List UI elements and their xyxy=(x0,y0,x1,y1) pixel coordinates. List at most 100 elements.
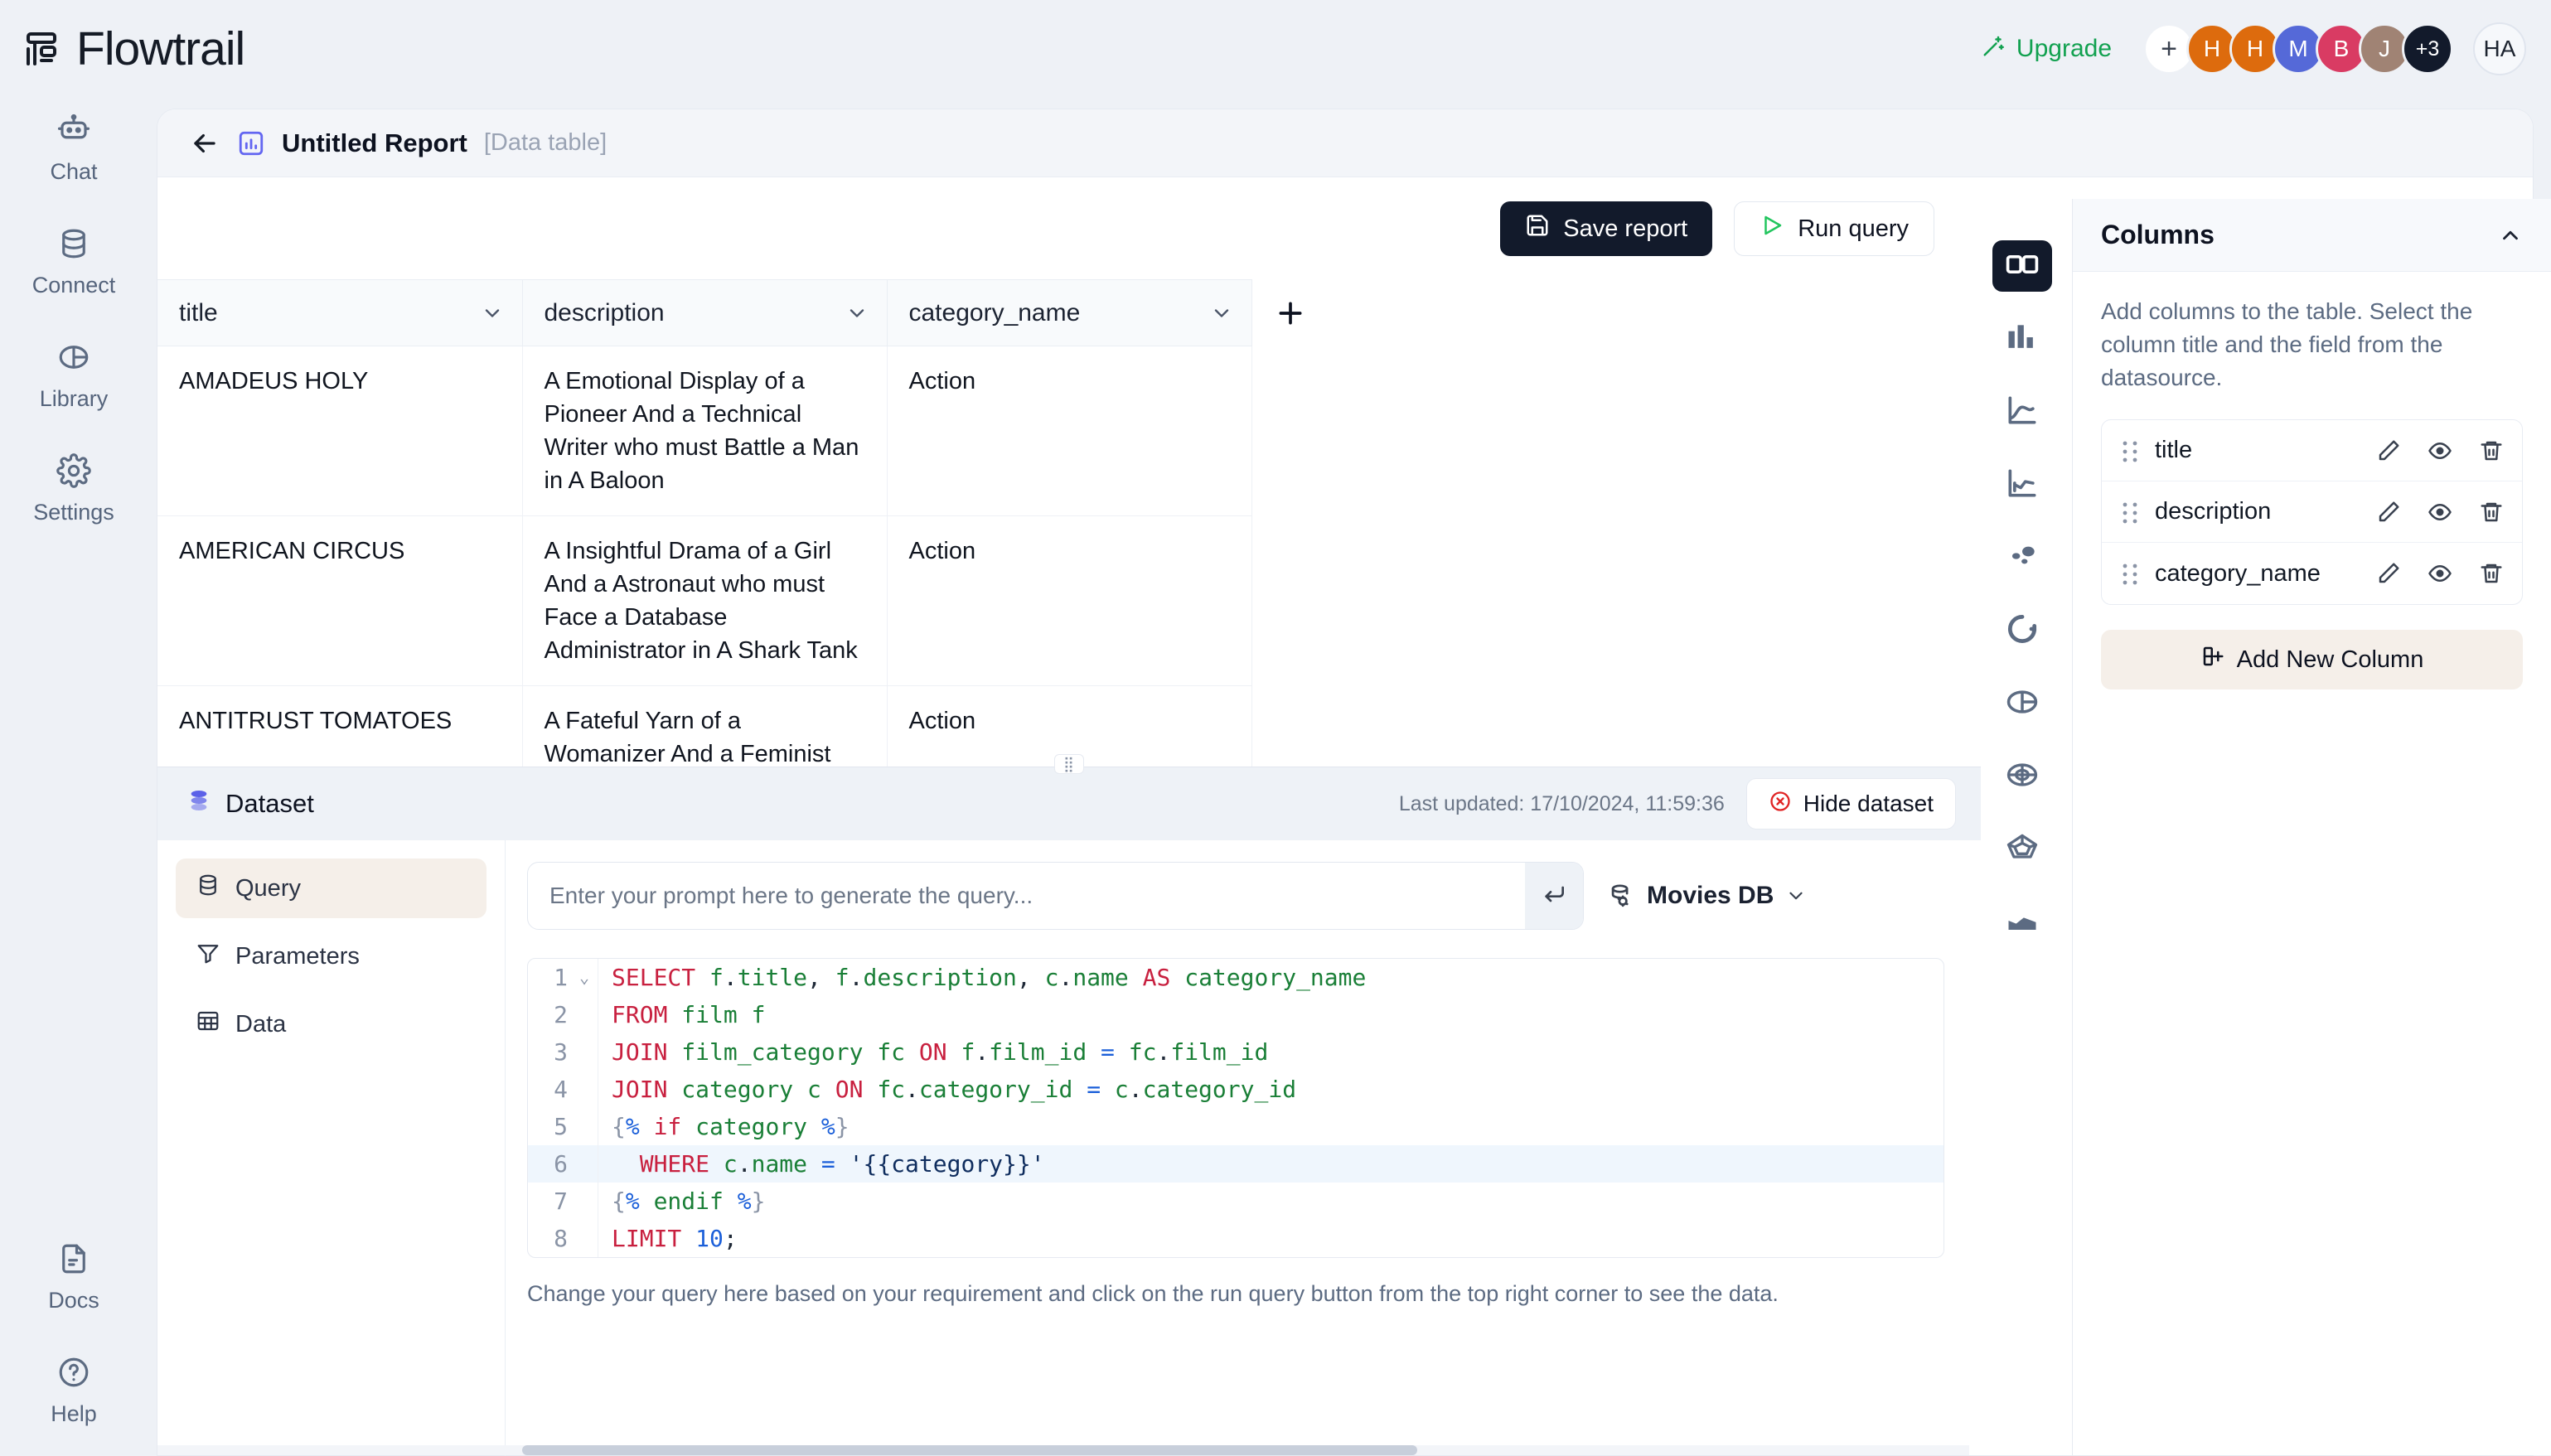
dataset-resize-handle[interactable]: ⣿ xyxy=(1055,755,1083,773)
chart-type-radar-chart[interactable] xyxy=(1992,824,2052,875)
run-query-label: Run query xyxy=(1798,215,1909,243)
tab-parameters[interactable]: Parameters xyxy=(176,926,486,986)
cell-description: A Insightful Drama of a Girl And a Astro… xyxy=(522,516,887,686)
sidebar-item-chat[interactable]: Chat xyxy=(0,98,148,193)
save-report-button[interactable]: Save report xyxy=(1500,201,1712,256)
tab-label: Query xyxy=(235,875,301,902)
column-name: description xyxy=(2155,498,2350,525)
magic-wand-icon xyxy=(1982,33,2006,65)
chevron-down-icon[interactable] xyxy=(1210,302,1233,325)
edit-icon[interactable] xyxy=(2376,561,2401,586)
back-arrow-icon[interactable] xyxy=(189,128,220,159)
dataset-header: ⣿ Dataset Last updated: 17/10/2024, 11:5… xyxy=(157,767,1981,840)
drag-handle-icon[interactable] xyxy=(2120,561,2140,586)
run-query-button[interactable]: Run query xyxy=(1734,201,1934,256)
line-number: 5 xyxy=(528,1108,579,1145)
trash-icon[interactable] xyxy=(2479,561,2504,586)
avatar-stack: + H H M B J +3 xyxy=(2143,23,2453,75)
column-name: title xyxy=(2155,437,2350,464)
table-header-row: title description category_name xyxy=(157,280,1969,346)
hide-dataset-label: Hide dataset xyxy=(1803,791,1934,817)
sql-editor[interactable]: 1⌄SELECT f.title, f.description, c.name … xyxy=(527,958,1944,1258)
chevron-down-icon[interactable] xyxy=(481,302,504,325)
upgrade-button[interactable]: Upgrade xyxy=(1982,33,2112,65)
sidebar-item-label: Chat xyxy=(50,159,97,185)
list-item[interactable]: title xyxy=(2102,420,2522,481)
sidebar-item-library[interactable]: Library xyxy=(0,325,148,420)
chart-type-radial-chart[interactable] xyxy=(1992,751,2052,802)
chart-type-line-chart[interactable] xyxy=(1992,386,2052,438)
eye-icon[interactable] xyxy=(2428,438,2452,463)
cell-title: AMERICAN CIRCUS xyxy=(157,516,522,686)
chevron-up-icon[interactable] xyxy=(2498,223,2523,248)
prompt-input[interactable] xyxy=(528,863,1525,929)
grid-icon xyxy=(196,1009,220,1040)
code-line: 3JOIN film_category fc ON f.film_id = fc… xyxy=(528,1033,1944,1071)
area-chart-icon xyxy=(2004,902,2040,943)
chart-type-area-line-chart[interactable] xyxy=(1992,459,2052,510)
chevron-down-icon[interactable] xyxy=(845,302,869,325)
report-toolbar: Save report Run query xyxy=(157,178,1969,279)
table-row[interactable]: AMERICAN CIRCUS A Insightful Drama of a … xyxy=(157,516,1969,686)
list-item[interactable]: category_name xyxy=(2102,543,2522,604)
edit-icon[interactable] xyxy=(2376,500,2401,525)
tab-data[interactable]: Data xyxy=(176,994,486,1054)
report-header: Untitled Report [Data table] xyxy=(157,109,2533,177)
sidebar-item-label: Help xyxy=(51,1401,97,1427)
table-area: Save report Run query title descrip xyxy=(157,178,1969,758)
trash-icon[interactable] xyxy=(2479,500,2504,525)
trash-icon[interactable] xyxy=(2479,438,2504,463)
chart-type-bar-chart[interactable] xyxy=(1992,313,2052,365)
save-report-label: Save report xyxy=(1563,215,1687,243)
dataset-main: Movies DB 1⌄SELECT f.title, f.descriptio… xyxy=(506,840,1981,1456)
horizontal-scrollbar[interactable] xyxy=(157,1445,1969,1455)
eye-icon[interactable] xyxy=(2428,500,2452,525)
add-new-column-button[interactable]: Add New Column xyxy=(2101,630,2523,689)
chart-type-donut-chart[interactable] xyxy=(1992,605,2052,656)
sidebar-item-settings[interactable]: Settings xyxy=(0,438,148,534)
current-user-avatar[interactable]: HA xyxy=(2473,22,2526,75)
funnel-icon xyxy=(196,941,220,972)
column-header-label: description xyxy=(545,299,665,327)
code-line-active: 6 WHERE c.name = '{{category}}' xyxy=(528,1145,1944,1183)
prompt-send-button[interactable] xyxy=(1525,863,1583,929)
avatar-overflow-badge[interactable]: +3 xyxy=(2402,23,2453,75)
column-header-category-name[interactable]: category_name xyxy=(887,280,1251,346)
sidebar-item-docs[interactable]: Docs xyxy=(0,1226,148,1322)
chart-type-table-view[interactable] xyxy=(1992,240,2052,292)
sql-code: 1⌄SELECT f.title, f.description, c.name … xyxy=(528,959,1944,1257)
chart-type-area-chart[interactable] xyxy=(1992,897,2052,948)
tab-query[interactable]: Query xyxy=(176,859,486,918)
dataset-panel: ⣿ Dataset Last updated: 17/10/2024, 11:5… xyxy=(157,767,1981,1455)
top-bar: Flowtrail Upgrade + H H M B J +3 HA xyxy=(0,0,2551,98)
chart-type-rail xyxy=(1981,240,2064,1110)
page-title[interactable]: Untitled Report xyxy=(282,128,467,158)
chart-type-scatter-chart[interactable] xyxy=(1992,532,2052,583)
drag-handle-icon[interactable] xyxy=(2120,500,2140,525)
eye-icon[interactable] xyxy=(2428,561,2452,586)
hide-dataset-button[interactable]: Hide dataset xyxy=(1746,778,1956,830)
sidebar-item-help[interactable]: Help xyxy=(0,1340,148,1435)
table-icon xyxy=(2004,246,2040,287)
sidebar-item-connect[interactable]: Connect xyxy=(0,211,148,307)
line-number: 2 xyxy=(528,996,579,1033)
chart-type-pie-chart[interactable] xyxy=(1992,678,2052,729)
datasource-selector[interactable]: Movies DB xyxy=(1607,882,1807,910)
column-header-description[interactable]: description xyxy=(522,280,887,346)
code-line: 7{% endif %} xyxy=(528,1183,1944,1220)
code-line: 4JOIN category c ON fc.category_id = c.c… xyxy=(528,1071,1944,1108)
brand[interactable]: Flowtrail xyxy=(0,22,244,76)
data-table: title description category_name xyxy=(157,279,1969,823)
plus-icon[interactable] xyxy=(1274,297,1307,330)
database-gear-icon xyxy=(1607,882,1635,910)
table-row[interactable]: AMADEUS HOLY A Emotional Display of a Pi… xyxy=(157,346,1969,516)
close-circle-icon xyxy=(1769,790,1792,819)
columns-panel-description: Add columns to the table. Select the col… xyxy=(2073,272,2551,394)
line-number: 1 xyxy=(528,959,579,996)
column-header-title[interactable]: title xyxy=(157,280,522,346)
drag-handle-icon[interactable] xyxy=(2120,438,2140,463)
fold-toggle-icon[interactable]: ⌄ xyxy=(579,959,598,996)
edit-icon[interactable] xyxy=(2376,438,2401,463)
sidebar-item-label: Library xyxy=(40,386,109,412)
list-item[interactable]: description xyxy=(2102,481,2522,543)
